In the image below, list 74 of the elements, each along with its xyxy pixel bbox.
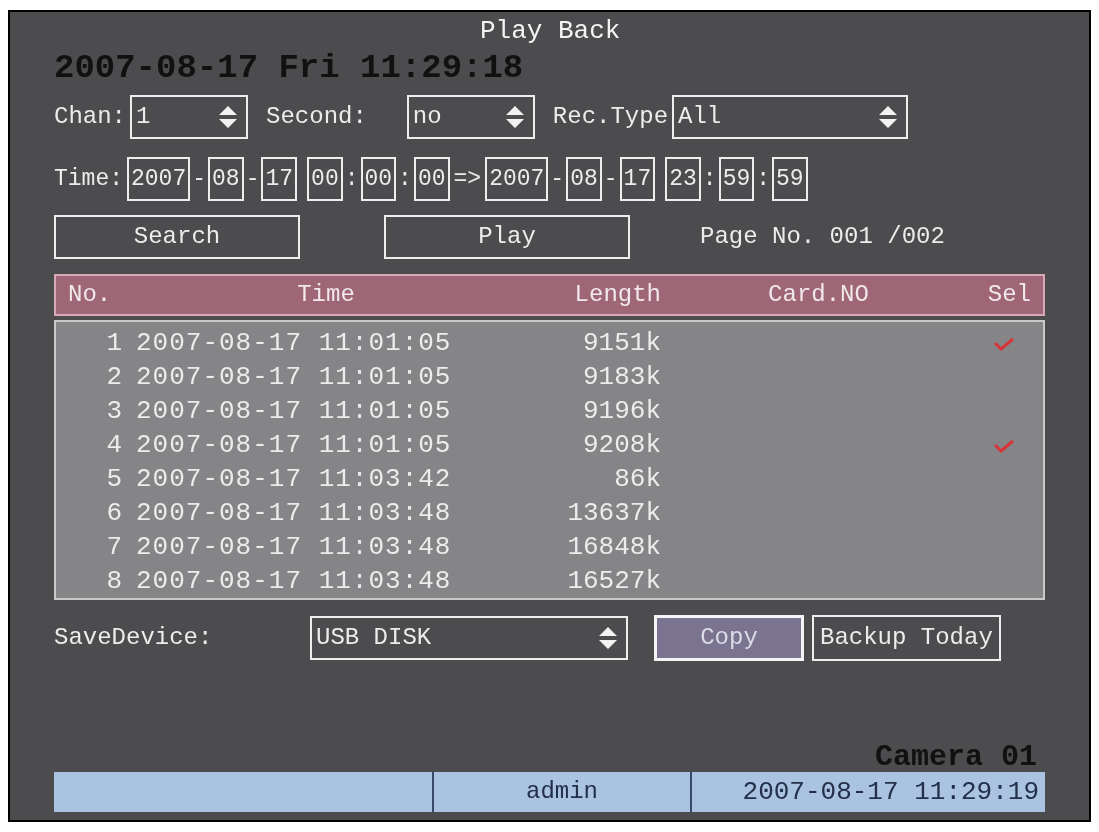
record-time: 2007-08-17 11:01:05 <box>136 327 453 360</box>
up-down-arrows-icon <box>504 105 525 129</box>
record-time: 2007-08-17 11:01:05 <box>136 429 453 462</box>
page-number: Page No. 001 /002 <box>700 222 945 252</box>
range-arrow: => <box>452 164 483 194</box>
time-separator: - <box>602 164 619 194</box>
time-separator: : <box>701 164 718 194</box>
status-user: admin <box>434 772 692 812</box>
row-number: 4 <box>105 429 123 462</box>
row-number: 5 <box>105 463 123 496</box>
record-time: 2007-08-17 11:03:42 <box>136 463 453 496</box>
dropdown-select[interactable]: All <box>672 95 909 139</box>
record-length: 13637k <box>566 497 661 530</box>
check-icon[interactable] <box>992 438 1015 453</box>
camera-name: Camera 01 <box>874 742 1037 772</box>
column-header: No. <box>68 280 113 310</box>
time-input-field[interactable]: 59 <box>772 157 808 201</box>
row-number: 2 <box>105 361 123 394</box>
status-datetime: 2007-08-17 11:29:19 <box>741 775 1040 809</box>
row-number: 7 <box>105 531 123 564</box>
up-down-arrows-icon <box>218 105 238 129</box>
time-separator: : <box>343 164 360 194</box>
save-device-label: SaveDevice: <box>54 623 214 653</box>
time-input-field[interactable]: 17 <box>261 157 298 201</box>
time-label: Time: <box>54 164 123 194</box>
record-time: 2007-08-17 11:03:48 <box>136 565 453 598</box>
time-input-field[interactable]: 2007 <box>485 157 549 201</box>
dropdown-select[interactable]: USB DISK <box>310 616 628 660</box>
up-down-arrows-icon <box>878 105 899 129</box>
record-length: 16848k <box>566 531 661 564</box>
osd-clock: 2007-08-17 Fri 11:29:18 <box>54 48 524 88</box>
screen-title: Play Back <box>480 16 621 46</box>
action-button[interactable]: Search <box>54 215 300 259</box>
time-input-field[interactable]: 2007 <box>127 157 191 201</box>
record-time: 2007-08-17 11:03:48 <box>136 531 453 564</box>
filter-label: Second: <box>266 102 367 132</box>
column-header: Time <box>296 280 356 310</box>
time-input-field[interactable]: 08 <box>566 157 602 201</box>
record-length: 86k <box>613 463 661 496</box>
record-time: 2007-08-17 11:01:05 <box>136 395 453 428</box>
time-input-field[interactable]: 00 <box>360 157 397 201</box>
column-header: Sel <box>986 280 1031 310</box>
dropdown-select[interactable]: no <box>406 95 535 139</box>
filter-label: Rec.Type <box>552 102 669 132</box>
time-separator: : <box>755 164 772 194</box>
record-time: 2007-08-17 11:01:05 <box>136 361 453 394</box>
action-button[interactable]: Play <box>384 215 630 259</box>
time-input-field[interactable]: 00 <box>307 157 343 201</box>
row-number: 1 <box>105 327 123 360</box>
time-separator: - <box>549 164 566 194</box>
row-number: 8 <box>105 565 123 598</box>
record-length: 9196k <box>582 395 661 428</box>
row-number: 3 <box>105 395 123 428</box>
record-length: 9208k <box>582 429 661 462</box>
time-input-field[interactable]: 23 <box>665 157 701 201</box>
time-separator: - <box>244 164 261 194</box>
time-input-field[interactable]: 17 <box>619 157 656 201</box>
row-number: 6 <box>105 497 123 530</box>
time-input-field[interactable]: 00 <box>413 157 450 201</box>
up-down-arrows-icon <box>598 626 618 650</box>
record-time: 2007-08-17 11:03:48 <box>136 497 453 530</box>
time-separator: - <box>191 164 208 194</box>
check-icon[interactable] <box>992 336 1015 351</box>
record-length: 16527k <box>566 565 661 598</box>
record-length: 9151k <box>582 327 661 360</box>
time-input-field[interactable]: 08 <box>208 157 244 201</box>
time-separator: : <box>397 164 413 194</box>
backup-button[interactable]: Backup Today <box>812 615 1001 661</box>
record-length: 9183k <box>582 361 661 394</box>
column-header: Card.NO <box>767 280 870 310</box>
filter-label: Chan: <box>54 102 126 132</box>
column-header: Length <box>573 280 661 310</box>
time-input-field[interactable]: 59 <box>718 157 755 201</box>
dropdown-select[interactable]: 1 <box>130 95 248 139</box>
